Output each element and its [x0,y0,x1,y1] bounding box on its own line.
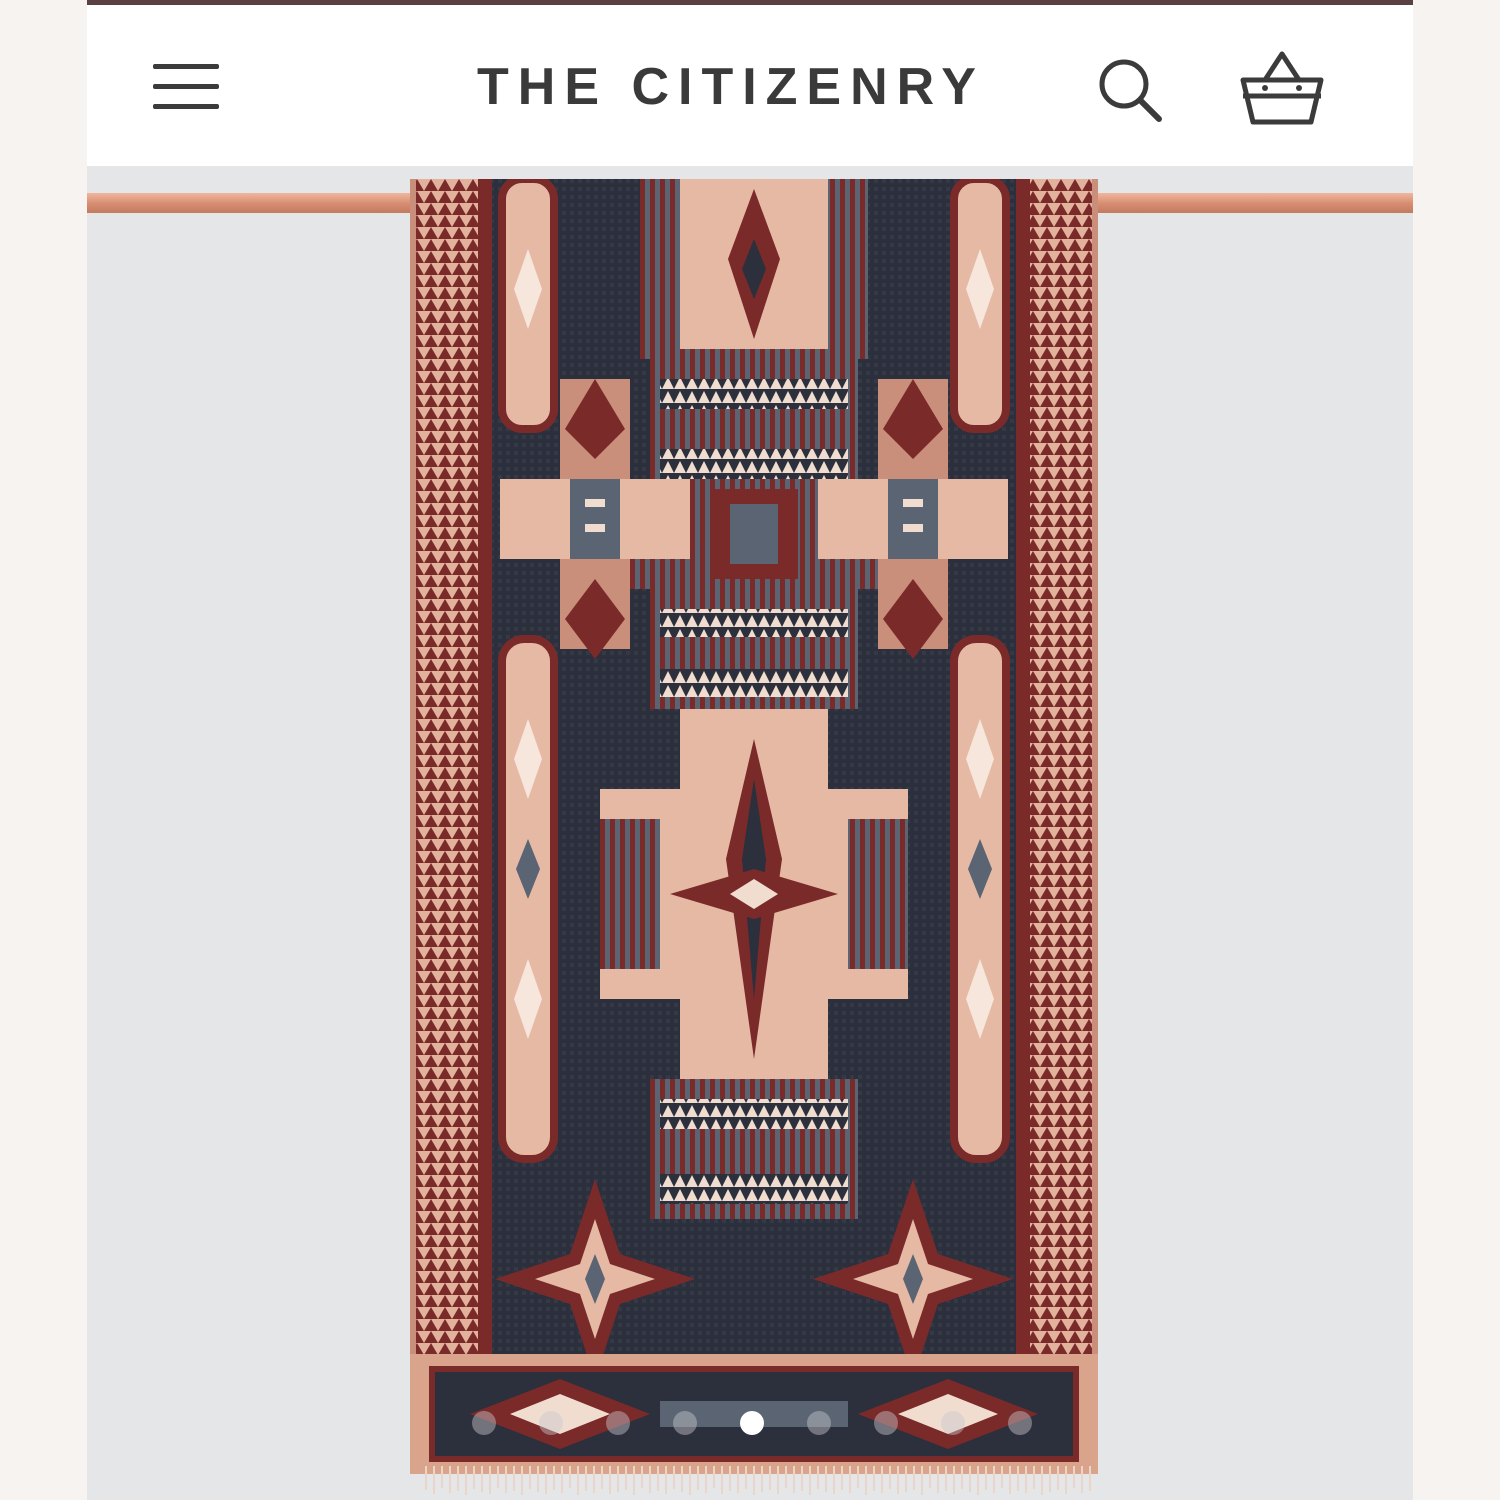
search-icon [1099,59,1162,122]
carousel-pagination [472,1409,1032,1437]
carousel-dot[interactable] [606,1411,630,1435]
brand-logo[interactable]: THE CITIZENRY [477,57,1037,117]
menu-button[interactable] [153,60,221,112]
carousel-dot[interactable] [807,1411,831,1435]
search-button[interactable] [1095,55,1165,125]
carousel-dot[interactable] [874,1411,898,1435]
product-image-carousel[interactable] [87,166,1413,1500]
app-frame: THE CITIZENRY [87,0,1413,1500]
carousel-dot[interactable] [472,1411,496,1435]
carousel-dot[interactable] [673,1411,697,1435]
shopping-basket-icon [1240,51,1324,125]
site-header: THE CITIZENRY [87,5,1413,166]
cart-button[interactable] [1237,50,1327,130]
carousel-dot[interactable] [1008,1411,1032,1435]
hamburger-menu-icon [153,64,219,69]
rug-fringe [425,1466,1091,1495]
carousel-dot-active[interactable] [740,1411,764,1435]
kilim-rug-image [410,179,1098,1474]
carousel-dot[interactable] [941,1411,965,1435]
carousel-dot[interactable] [539,1411,563,1435]
